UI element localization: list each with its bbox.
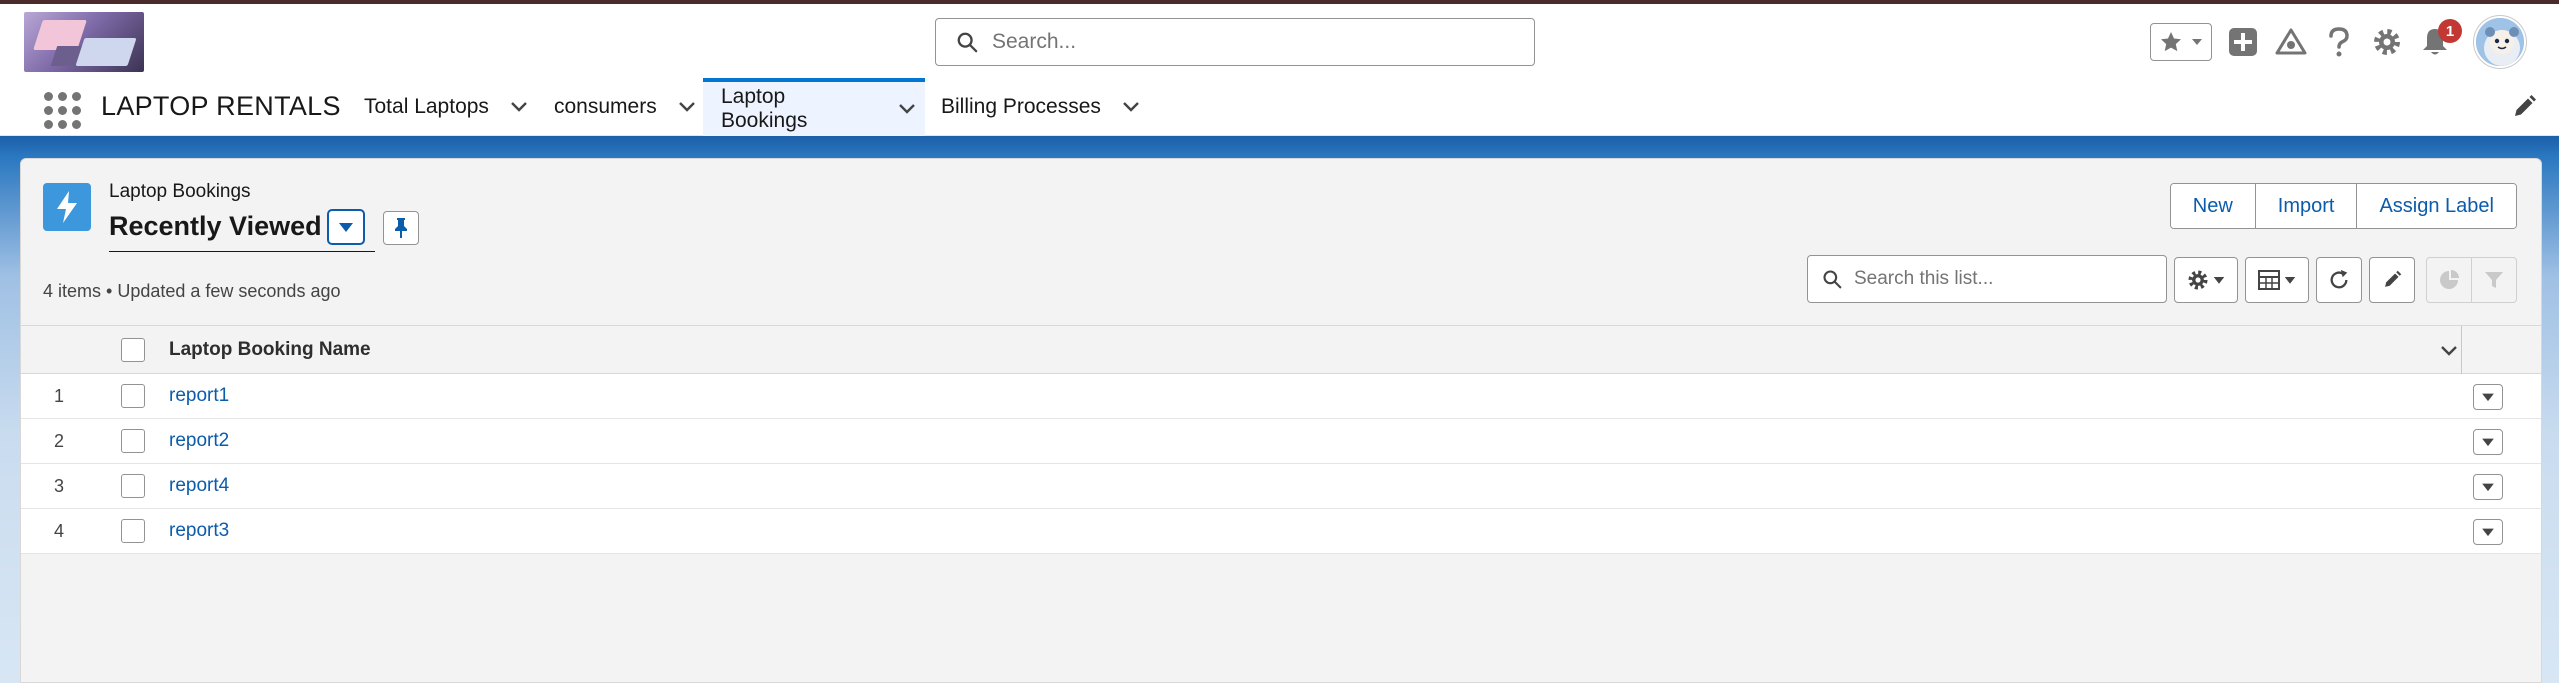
table-row: 1 report1 — [21, 374, 2541, 419]
help-button[interactable] — [2322, 25, 2356, 59]
app-navigation-bar: LAPTOP RENTALS Total Laptops consumers L… — [0, 78, 2559, 136]
search-icon — [957, 32, 978, 53]
nav-tab-label: Laptop Bookings — [721, 85, 808, 132]
row-checkbox[interactable] — [121, 429, 145, 453]
refresh-button[interactable] — [2316, 257, 2362, 303]
notification-badge: 1 — [2438, 19, 2462, 43]
record-link[interactable]: report4 — [169, 475, 229, 497]
chevron-down-icon[interactable] — [678, 101, 696, 113]
column-actions-button[interactable] — [2436, 338, 2462, 364]
edit-nav-pencil-icon[interactable] — [2511, 94, 2537, 120]
row-actions-button[interactable] — [2473, 384, 2503, 410]
pencil-icon — [2385, 270, 2402, 287]
global-search-input[interactable]: Search... — [935, 18, 1535, 66]
table-row: 3 report4 — [21, 464, 2541, 509]
chevron-down-icon[interactable] — [1122, 101, 1140, 113]
inline-edit-button[interactable] — [2369, 257, 2415, 303]
assign-label-button[interactable]: Assign Label — [2356, 184, 2516, 228]
row-actions-button[interactable] — [2473, 429, 2503, 455]
list-meta-info: 4 items • Updated a few seconds ago — [43, 281, 341, 301]
lightning-bolt-icon — [57, 191, 77, 223]
row-actions-button[interactable] — [2473, 519, 2503, 545]
charts-button[interactable] — [2426, 257, 2472, 303]
global-header: Search... 1 — [0, 4, 2559, 78]
laptop-booking-object-icon — [43, 183, 91, 231]
nav-tab-consumers[interactable]: consumers — [554, 78, 705, 136]
row-actions-button[interactable] — [2473, 474, 2503, 500]
list-view-table: Laptop Booking Name 1 report1 2 report2 … — [21, 325, 2541, 554]
list-view-controls-button[interactable] — [2174, 257, 2238, 303]
row-number: 1 — [53, 386, 64, 406]
chevron-down-icon — [2482, 393, 2494, 402]
refresh-icon — [2330, 269, 2348, 289]
list-view-title[interactable]: Recently Viewed — [109, 211, 322, 242]
row-checkbox[interactable] — [121, 474, 145, 498]
astro-avatar-icon — [2476, 18, 2524, 66]
trailhead-icon — [2275, 28, 2307, 55]
filters-button[interactable] — [2471, 257, 2517, 303]
list-search-input[interactable]: Search this list... — [1807, 255, 2167, 303]
table-icon — [2258, 270, 2280, 290]
favorites-button-group[interactable] — [2150, 23, 2212, 61]
nav-tab-label: Total Laptops — [364, 95, 489, 118]
nav-tab-label: Billing Processes — [941, 95, 1101, 118]
nav-tab-billing-processes[interactable]: Billing Processes — [941, 78, 1149, 136]
user-avatar[interactable] — [2474, 16, 2526, 68]
record-link[interactable]: report2 — [169, 430, 229, 452]
row-checkbox[interactable] — [121, 519, 145, 543]
record-link[interactable]: report1 — [169, 385, 229, 407]
nav-tab-label: consumers — [554, 95, 657, 118]
setup-button[interactable] — [2370, 25, 2404, 59]
list-view-switcher-button[interactable] — [327, 209, 365, 245]
object-label: Laptop Bookings — [109, 181, 251, 202]
plus-icon — [2229, 28, 2257, 56]
select-all-checkbox[interactable] — [121, 338, 145, 362]
column-header-laptop-booking-name[interactable]: Laptop Booking Name — [169, 339, 371, 361]
table-row: 4 report3 — [21, 509, 2541, 554]
notifications-button[interactable]: 1 — [2418, 19, 2462, 59]
search-icon — [1823, 270, 1842, 289]
chevron-down-icon — [2482, 483, 2494, 492]
table-header-row: Laptop Booking Name — [21, 325, 2541, 374]
company-logo[interactable] — [24, 12, 144, 72]
filter-icon — [2485, 272, 2503, 288]
app-name: LAPTOP RENTALS — [101, 91, 341, 121]
gear-icon — [2374, 29, 2400, 55]
list-view-title-underline — [109, 251, 375, 252]
list-search-placeholder: Search this list... — [1854, 268, 1994, 289]
global-actions-button[interactable] — [2226, 25, 2260, 59]
import-button[interactable]: Import — [2254, 184, 2357, 228]
chevron-down-icon — [2213, 277, 2225, 284]
pin-list-view-button[interactable] — [383, 211, 419, 245]
app-launcher-icon[interactable] — [40, 88, 81, 129]
list-actions-button-group: New Import Assign Label — [2169, 183, 2517, 229]
pin-icon — [395, 218, 407, 238]
chevron-down-icon — [2284, 277, 2296, 284]
trailhead-button[interactable] — [2274, 25, 2308, 59]
star-icon[interactable] — [2159, 30, 2183, 54]
chevron-down-icon — [2482, 438, 2494, 447]
chevron-down-icon[interactable] — [2190, 35, 2204, 49]
record-link[interactable]: report3 — [169, 520, 229, 542]
table-row: 2 report2 — [21, 419, 2541, 464]
gear-icon — [2188, 270, 2208, 290]
global-search-placeholder: Search... — [992, 30, 1077, 53]
chevron-down-icon[interactable] — [510, 101, 528, 113]
chevron-down-icon — [2441, 346, 2457, 356]
list-view-card: Laptop Bookings Recently Viewed New Impo… — [20, 158, 2542, 683]
row-number: 2 — [53, 431, 64, 451]
new-button[interactable]: New — [2170, 184, 2255, 228]
chevron-down-icon[interactable] — [898, 103, 916, 115]
row-number: 4 — [53, 521, 64, 541]
display-as-table-button[interactable] — [2245, 257, 2309, 303]
nav-tab-total-laptops[interactable]: Total Laptops — [364, 78, 537, 136]
nav-tab-laptop-bookings[interactable]: Laptop Bookings — [703, 78, 925, 136]
row-number: 3 — [53, 476, 64, 496]
pie-chart-icon — [2440, 270, 2459, 289]
help-icon — [2329, 27, 2349, 57]
chevron-down-icon — [2482, 528, 2494, 537]
chevron-down-icon — [339, 223, 353, 232]
column-divider[interactable] — [2461, 326, 2462, 374]
row-checkbox[interactable] — [121, 384, 145, 408]
